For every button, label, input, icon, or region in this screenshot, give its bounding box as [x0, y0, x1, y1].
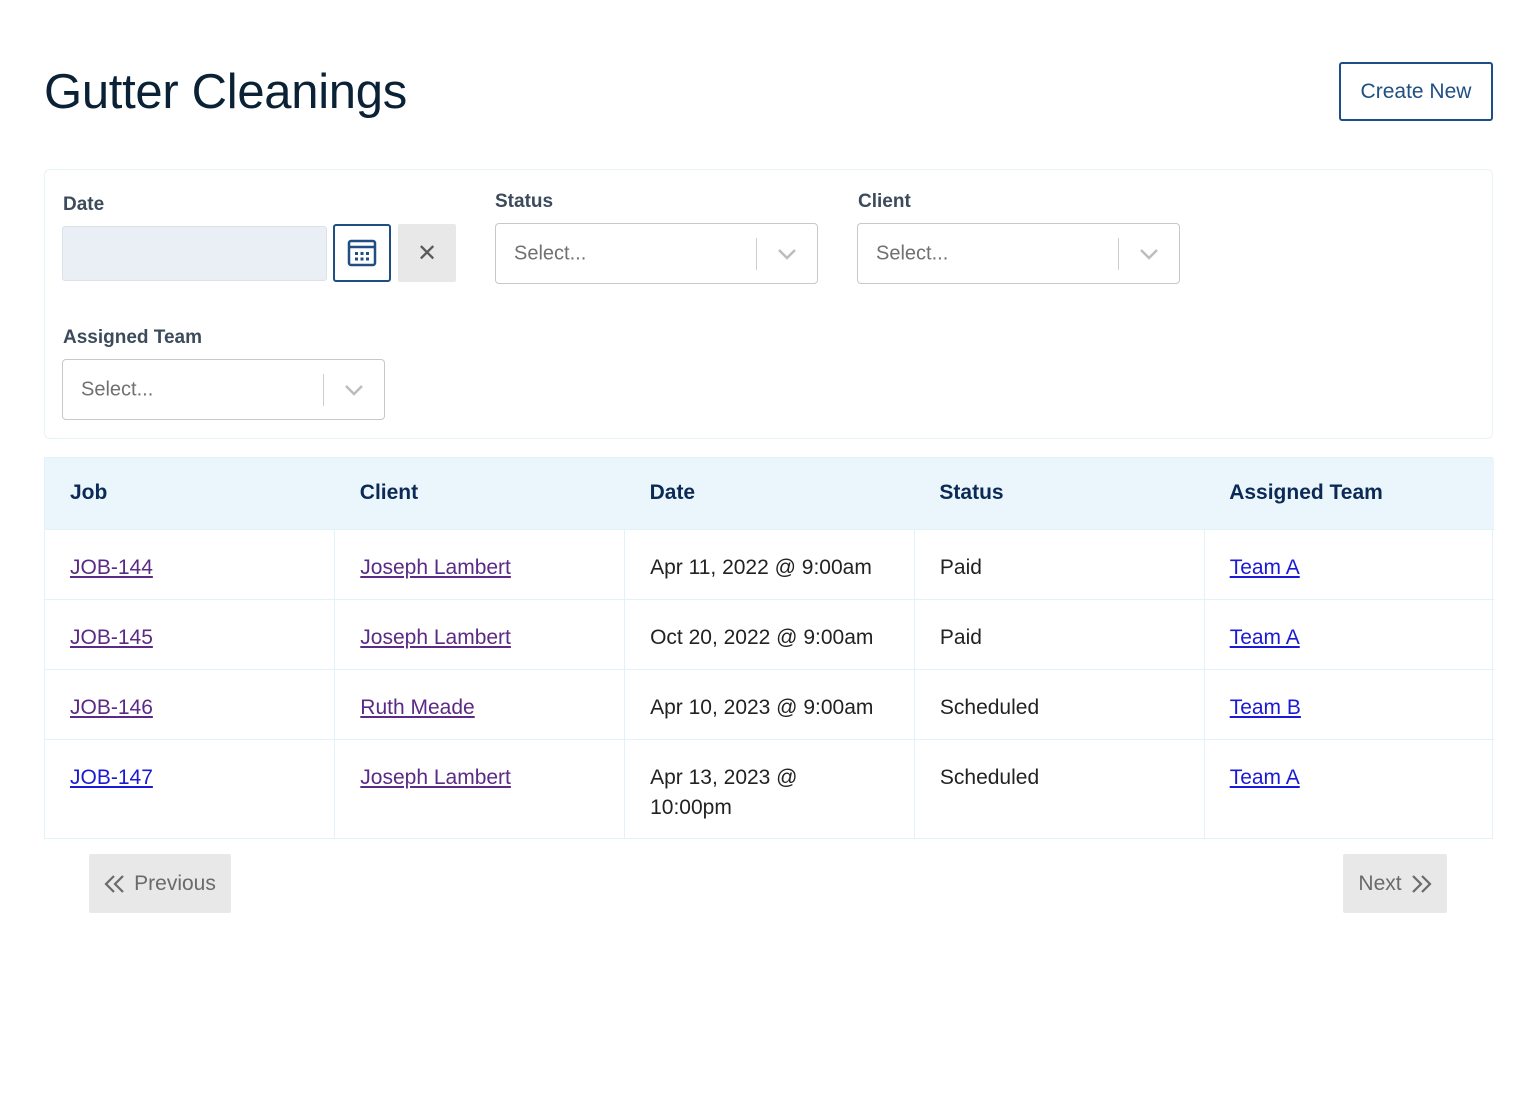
status-filter-label: Status — [495, 191, 554, 212]
job-link[interactable]: JOB-147 — [70, 766, 153, 789]
job-cell: JOB-146 — [45, 668, 335, 739]
client-cell: Joseph Lambert — [334, 598, 625, 669]
chevron-down-icon — [1140, 248, 1158, 260]
date-cell: Apr 11, 2022 @ 9:00am — [624, 528, 915, 599]
next-label: Next — [1358, 871, 1402, 895]
status-cell: Paid — [913, 598, 1205, 669]
client-link[interactable]: Joseph Lambert — [360, 626, 511, 649]
select-separator — [1118, 238, 1119, 270]
client-link[interactable]: Joseph Lambert — [360, 766, 511, 789]
date-cell: Oct 20, 2022 @ 9:00am — [624, 598, 915, 669]
double-chevron-left-icon — [104, 874, 124, 893]
double-chevron-right-icon — [1411, 874, 1432, 893]
create-new-button[interactable]: Create New — [1339, 62, 1493, 121]
team-cell: Team A — [1203, 738, 1494, 838]
date-input[interactable] — [62, 226, 327, 281]
date-filter-label: Date — [63, 194, 105, 215]
previous-label: Previous — [134, 871, 216, 895]
column-header-status[interactable]: Status — [914, 458, 1205, 529]
client-cell: Joseph Lambert — [334, 738, 625, 838]
team-cell: Team A — [1203, 528, 1494, 599]
status-select[interactable]: Select... — [495, 223, 818, 284]
job-link[interactable]: JOB-144 — [70, 556, 153, 579]
page-title: Gutter Cleanings — [44, 65, 407, 119]
calendar-icon — [347, 239, 377, 267]
date-cell: Apr 10, 2023 @ 9:00am — [624, 668, 915, 739]
status-cell: Paid — [913, 528, 1205, 599]
chevron-down-icon — [345, 384, 363, 396]
date-cell: Apr 13, 2023 @ 10:00pm — [624, 738, 915, 838]
job-link[interactable]: JOB-146 — [70, 696, 153, 719]
select-separator — [323, 374, 324, 406]
status-cell: Scheduled — [913, 738, 1205, 838]
client-select[interactable]: Select... — [857, 223, 1180, 284]
team-link[interactable]: Team B — [1230, 696, 1301, 719]
table-row: JOB-147 Joseph Lambert Apr 13, 2023 @ 10… — [45, 738, 1494, 838]
team-cell: Team A — [1203, 598, 1494, 669]
column-header-job[interactable]: Job — [45, 458, 335, 529]
client-link[interactable]: Joseph Lambert — [360, 556, 511, 579]
table-row: JOB-144 Joseph Lambert Apr 11, 2022 @ 9:… — [45, 528, 1494, 599]
team-link[interactable]: Team A — [1230, 766, 1300, 789]
clear-date-button[interactable]: ✕ — [398, 224, 456, 282]
job-cell: JOB-147 — [45, 738, 335, 838]
client-cell: Joseph Lambert — [334, 528, 625, 599]
job-cell: JOB-145 — [45, 598, 335, 669]
client-link[interactable]: Ruth Meade — [360, 696, 474, 719]
team-cell: Team B — [1203, 668, 1494, 739]
previous-page-button[interactable]: Previous — [89, 854, 231, 913]
team-link[interactable]: Team A — [1230, 626, 1300, 649]
jobs-table: Job Client Date Status Assigned Team JOB… — [44, 457, 1494, 839]
select-separator — [756, 238, 757, 270]
client-cell: Ruth Meade — [334, 668, 625, 739]
column-header-date[interactable]: Date — [624, 458, 915, 529]
table-row: JOB-146 Ruth Meade Apr 10, 2023 @ 9:00am… — [45, 668, 1494, 739]
team-select[interactable]: Select... — [62, 359, 385, 420]
column-header-client[interactable]: Client — [334, 458, 625, 529]
client-filter-label: Client — [858, 191, 911, 212]
next-page-button[interactable]: Next — [1343, 854, 1447, 913]
chevron-down-icon — [778, 248, 796, 260]
status-cell: Scheduled — [913, 668, 1205, 739]
team-link[interactable]: Team A — [1230, 556, 1300, 579]
table-row: JOB-145 Joseph Lambert Oct 20, 2022 @ 9:… — [45, 598, 1494, 669]
job-link[interactable]: JOB-145 — [70, 626, 153, 649]
column-header-team[interactable]: Assigned Team — [1204, 458, 1494, 529]
close-icon: ✕ — [416, 239, 438, 267]
calendar-button[interactable] — [333, 224, 391, 282]
client-select-placeholder: Select... — [876, 242, 949, 264]
status-select-placeholder: Select... — [514, 242, 587, 264]
team-filter-label: Assigned Team — [63, 327, 203, 348]
team-select-placeholder: Select... — [81, 378, 154, 400]
job-cell: JOB-144 — [45, 528, 335, 599]
